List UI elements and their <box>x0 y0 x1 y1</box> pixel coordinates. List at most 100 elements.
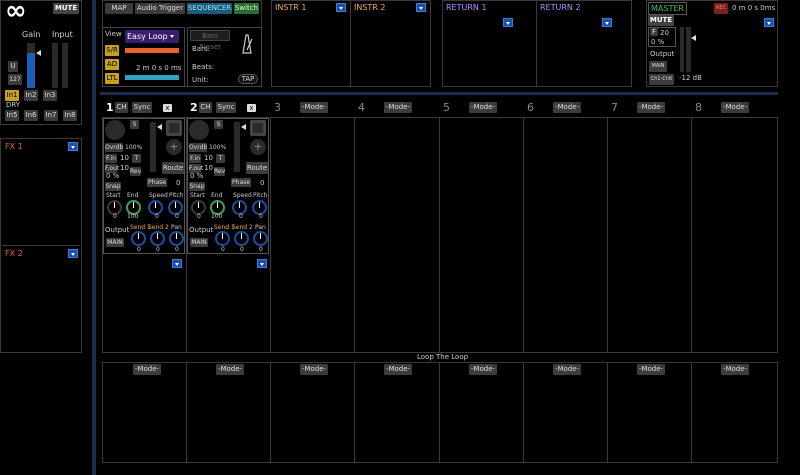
slot7-mode-button[interactable]: -Mode- <box>637 102 665 113</box>
track2-end-value: 100 <box>211 213 223 220</box>
app-logo[interactable]: ∞ <box>5 0 27 26</box>
track1-s-button[interactable]: S <box>130 120 139 129</box>
return2-dropdown[interactable] <box>602 18 612 27</box>
track1-add-icon[interactable]: + <box>166 139 182 155</box>
track2-overdub-button[interactable]: Ovrdb <box>189 143 207 152</box>
master-f-button[interactable]: F <box>650 28 658 36</box>
master-dropdown[interactable] <box>764 18 774 27</box>
input-in2[interactable]: In2 <box>24 90 38 101</box>
tap-button[interactable]: TAP <box>238 74 258 84</box>
fx1-dropdown[interactable] <box>68 142 78 151</box>
switch-button[interactable]: Switch <box>234 3 259 14</box>
input-in5[interactable]: In5 <box>5 110 19 121</box>
sequencer-button[interactable]: SEQUENCER <box>187 3 232 14</box>
track2-volume-slider[interactable] <box>234 122 240 172</box>
track1-rev-button[interactable]: Rev <box>130 167 141 176</box>
track1-start-label: Start <box>106 192 121 199</box>
track2-play-icon[interactable] <box>250 120 266 136</box>
track2-phase-button[interactable]: Phase <box>231 178 251 187</box>
instr2-dropdown[interactable] <box>416 3 426 12</box>
u-button[interactable]: U <box>8 61 18 72</box>
track2-main-button[interactable]: MAIN <box>190 238 208 247</box>
mute-button[interactable]: MUTE <box>53 3 79 14</box>
track2-volume-handle-icon[interactable] <box>241 124 246 130</box>
track1-fin-button[interactable]: F.in <box>105 154 117 163</box>
track1-close-button[interactable]: x <box>163 104 172 112</box>
rec-button[interactable]: REC <box>714 3 728 14</box>
ltl-button[interactable]: LTL <box>105 73 119 84</box>
track2-snap-button[interactable]: Snap <box>189 182 205 191</box>
track1-send1-knob[interactable] <box>131 231 146 246</box>
sr-button[interactable]: S/R <box>105 45 119 56</box>
track2-t-button[interactable]: T <box>216 154 225 163</box>
master-ch-button[interactable]: Ch1-Ch6 <box>649 74 674 85</box>
track1-ch-button[interactable]: CH <box>115 102 128 113</box>
track2-ch-button[interactable]: CH <box>199 102 212 113</box>
sr-bar[interactable] <box>125 48 179 53</box>
ad-button[interactable]: AD <box>105 59 119 70</box>
gain-slider-handle-icon[interactable] <box>36 50 41 56</box>
slot6-mode-button[interactable]: -Mode- <box>553 102 581 113</box>
track1-main-button[interactable]: MAIN <box>106 238 124 247</box>
slot3-mode-button[interactable]: -Mode- <box>300 102 328 113</box>
slot4-mode-button[interactable]: -Mode- <box>384 102 412 113</box>
track2-s-button[interactable]: S <box>214 120 223 129</box>
track1-volume-handle-icon[interactable] <box>157 124 162 130</box>
track1-dropdown[interactable] <box>172 259 182 268</box>
slot8-mode-button[interactable]: -Mode- <box>721 102 749 113</box>
loop-mode-button-4[interactable]: -Mode- <box>384 364 412 375</box>
track2-send1-knob[interactable] <box>215 231 230 246</box>
track1-start-value: 0 <box>113 213 117 220</box>
track1-record-button[interactable] <box>105 120 125 140</box>
input-in7[interactable]: In7 <box>44 110 58 121</box>
metronome-icon[interactable] <box>240 33 254 55</box>
master-fader[interactable] <box>686 27 691 72</box>
track1-sync-button[interactable]: Sync <box>132 102 152 113</box>
track2-rev-button[interactable]: Rev <box>214 167 225 176</box>
track1-overdub-button[interactable]: Ovrdb <box>105 143 123 152</box>
track2-route-button[interactable]: Route <box>246 162 268 174</box>
loop-mode-button-6[interactable]: -Mode- <box>553 364 581 375</box>
loop-mode-button-1[interactable]: -Mode- <box>133 364 161 375</box>
track1-route-button[interactable]: Route <box>162 162 184 174</box>
track2-sync-button[interactable]: Sync <box>216 102 236 113</box>
gain-value[interactable]: 127 <box>8 74 22 85</box>
bars-preset-button[interactable]: Bars Preset <box>190 30 230 51</box>
map-button[interactable]: MAP <box>105 3 133 14</box>
return1-dropdown[interactable] <box>503 18 513 27</box>
track2-record-button[interactable] <box>189 120 209 140</box>
track2-close-button[interactable]: x <box>247 104 256 112</box>
upper-separator <box>100 92 778 95</box>
loop-mode-button-5[interactable]: -Mode- <box>469 364 497 375</box>
input-in8[interactable]: In8 <box>63 110 77 121</box>
fx2-dropdown[interactable] <box>68 249 78 258</box>
track2-fin-button[interactable]: F.in <box>189 154 201 163</box>
track1-t-button[interactable]: T <box>132 154 141 163</box>
track2-add-icon[interactable]: + <box>250 139 266 155</box>
track1-phase-button[interactable]: Phase <box>147 178 167 187</box>
track2-pan-knob[interactable] <box>253 231 268 246</box>
track1-snap-button[interactable]: Snap <box>105 182 121 191</box>
loop-mode-button-2[interactable]: -Mode- <box>216 364 244 375</box>
track1-pan-knob[interactable] <box>169 231 184 246</box>
track1-play-icon[interactable] <box>166 120 182 136</box>
track1-overdub-value: 100% <box>125 144 143 151</box>
input-in3[interactable]: In3 <box>43 90 57 101</box>
loop-mode-button-8[interactable]: -Mode- <box>721 364 749 375</box>
track1-send2-knob[interactable] <box>150 231 165 246</box>
track2-send2-knob[interactable] <box>234 231 249 246</box>
input-in6[interactable]: In6 <box>24 110 38 121</box>
master-mute-button[interactable]: MUTE <box>648 15 674 26</box>
master-main-button[interactable]: MAIN <box>649 61 667 72</box>
track1-volume-slider[interactable] <box>150 122 156 172</box>
view-mode-dropdown[interactable] <box>168 32 178 41</box>
master-fader-handle-icon[interactable] <box>691 35 696 41</box>
track2-dropdown[interactable] <box>257 259 267 268</box>
audio-trigger-button[interactable]: Audio Trigger <box>135 3 185 14</box>
instr1-dropdown[interactable] <box>336 3 346 12</box>
loop-mode-button-3[interactable]: -Mode- <box>300 364 328 375</box>
input-in1[interactable]: In1 <box>5 90 19 101</box>
slot5-mode-button[interactable]: -Mode- <box>469 102 497 113</box>
ltl-bar[interactable] <box>125 75 179 80</box>
loop-mode-button-7[interactable]: -Mode- <box>637 364 665 375</box>
